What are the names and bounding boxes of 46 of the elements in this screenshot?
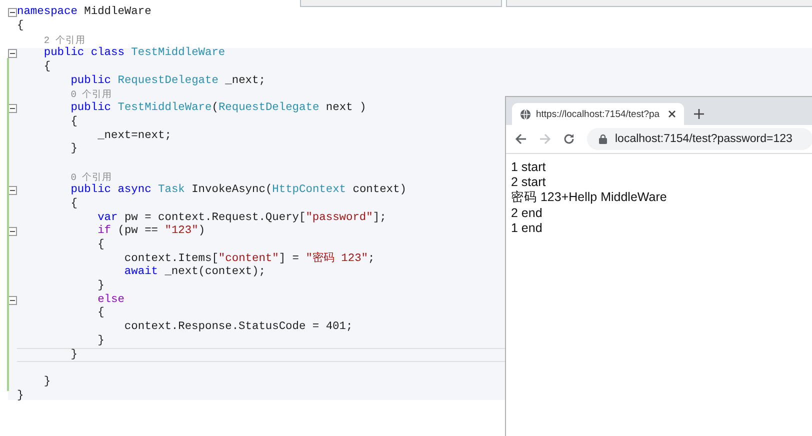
code-line: public class TestMiddleWare xyxy=(44,47,226,60)
collapse-icon[interactable] xyxy=(8,8,17,18)
output-line: 2 start xyxy=(511,175,547,190)
reference-count[interactable]: 0 个引用 xyxy=(70,88,112,102)
code-line: } xyxy=(70,348,78,362)
code-line: } xyxy=(17,390,24,403)
code-line: context.Items["content"] = "密码 123"; xyxy=(124,252,375,266)
back-icon[interactable] xyxy=(515,133,527,145)
code-line: } xyxy=(98,334,104,348)
collapse-icon[interactable] xyxy=(8,296,17,305)
code-line: var pw = context.Request.Query["password"]; xyxy=(98,212,386,224)
code-line: context.Response.StatusCode = 401; xyxy=(124,321,353,334)
code-line: { xyxy=(70,116,78,129)
code-line: else xyxy=(98,294,124,306)
reload-icon[interactable] xyxy=(563,133,575,145)
code-line: { xyxy=(44,61,51,74)
globe-icon xyxy=(520,108,531,120)
code-line: public TestMiddleWare(RequestDelegate next ) xyxy=(70,102,366,116)
code-line: if (pw == "123") xyxy=(98,225,206,238)
lock-icon xyxy=(599,134,607,144)
output-line: 密码 123+Hellp MiddleWare xyxy=(511,190,668,206)
collapse-icon[interactable] xyxy=(8,227,17,236)
code-line: public RequestDelegate _next; xyxy=(70,74,266,88)
collapse-icon[interactable] xyxy=(8,49,17,58)
browser-tab[interactable]: https://localhost:7154/test?pa xyxy=(512,103,684,125)
code-line: { xyxy=(98,307,104,320)
output-line: 1 start xyxy=(511,160,547,176)
code-line: } xyxy=(70,143,78,156)
code-line: await _next(context); xyxy=(124,266,266,280)
reference-count[interactable]: 0 个引用 xyxy=(70,170,112,184)
collapse-icon[interactable] xyxy=(8,104,17,114)
code-line: { xyxy=(98,239,104,252)
output-line: 2 end xyxy=(511,206,544,221)
code-line: namespace MiddleWare xyxy=(17,6,152,20)
code-line: } xyxy=(98,280,104,294)
code-line: } xyxy=(44,376,51,389)
code-line: _next=next; xyxy=(98,130,172,143)
output-line: 1 end xyxy=(511,220,544,236)
code-line: public async Task InvokeAsync(HttpContext context) xyxy=(70,184,406,198)
close-icon[interactable] xyxy=(668,110,676,118)
reference-count[interactable]: 2 个引用 xyxy=(44,34,86,47)
new-tab-icon[interactable] xyxy=(694,109,704,119)
collapse-icon[interactable] xyxy=(8,186,17,196)
code-line: { xyxy=(70,198,78,211)
address-bar[interactable]: localhost:7154/test?password=123 xyxy=(587,128,812,150)
code-line: { xyxy=(17,20,24,34)
